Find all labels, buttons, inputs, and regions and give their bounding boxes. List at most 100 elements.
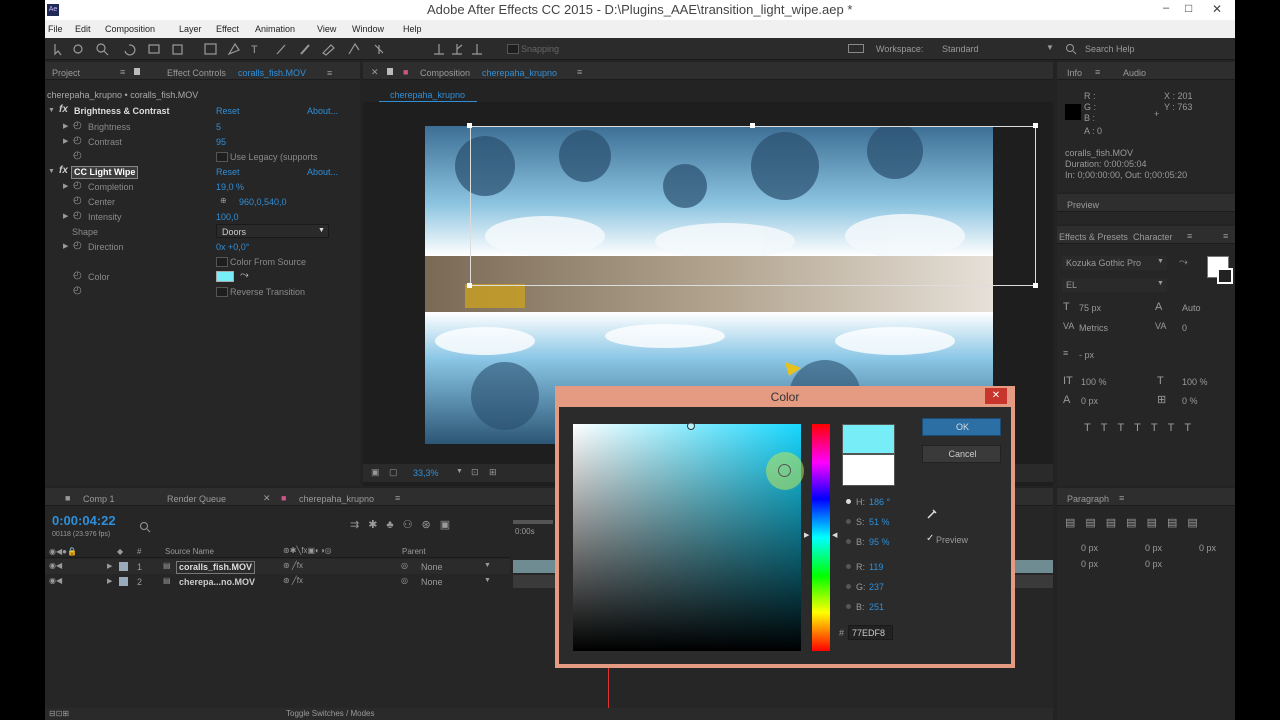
close-button[interactable]: ✕ (1212, 3, 1222, 15)
parent-pickwhip-icon[interactable]: ◎ (401, 562, 408, 570)
layer-label-color[interactable] (119, 577, 128, 586)
timeline-bottom-icons[interactable]: ⊟⊡⊞ (49, 710, 69, 718)
menu-layer[interactable]: Layer (179, 25, 202, 34)
menu-window[interactable]: Window (352, 25, 384, 34)
fx-icon[interactable]: fx (59, 105, 68, 115)
prop-completion-value[interactable]: 19,0 % (216, 183, 244, 192)
snapping-checkbox[interactable] (507, 44, 519, 54)
menu-icon[interactable]: ≡ (120, 68, 125, 77)
font-size-value[interactable]: 75 px (1079, 304, 1101, 313)
tab-effect-layer[interactable]: coralls_fish.MOV (238, 69, 306, 78)
leading-value[interactable]: Auto (1182, 304, 1201, 313)
prop-center-value[interactable]: 960,0,540,0 (239, 198, 287, 207)
stopwatch-icon[interactable]: ◴ (73, 196, 82, 206)
tab-effect-controls[interactable]: Effect Controls (167, 69, 226, 78)
mask-icon[interactable]: ▢ (389, 468, 398, 477)
legacy-checkbox[interactable] (216, 152, 228, 162)
tsume-value[interactable]: 0 % (1182, 397, 1198, 406)
radio-h[interactable] (846, 499, 851, 504)
kerning-value[interactable]: Metrics (1079, 324, 1108, 333)
alignment-icons[interactable]: ▤▤▤▤▤▤▤ (1065, 518, 1208, 529)
zoom-level[interactable]: 33,3% (413, 469, 439, 478)
crosshair-icon[interactable]: ⊕ (220, 197, 227, 205)
lock-icon[interactable] (387, 68, 393, 75)
expand-icon[interactable]: ▼ (48, 107, 55, 114)
space-before-value[interactable]: 0 px (1081, 560, 1098, 569)
tab-cherepaha[interactable]: cherepaha_krupno (299, 495, 374, 504)
br-value[interactable]: 95 % (869, 538, 890, 547)
font-family-dropdown[interactable]: Kozuka Gothic Pro ▼ (1062, 256, 1167, 270)
font-style-dropdown[interactable]: EL ▼ (1062, 278, 1167, 292)
b-value[interactable]: 251 (869, 603, 884, 612)
tool-icons[interactable]: T (53, 42, 393, 56)
hscale-value[interactable]: 100 % (1182, 378, 1208, 387)
h-value[interactable]: 186 ° (869, 498, 890, 507)
prop-brightness-value[interactable]: 5 (216, 123, 221, 132)
tab-audio[interactable]: Audio (1123, 69, 1146, 78)
dialog-close-button[interactable]: ✕ (985, 388, 1007, 404)
radio-g[interactable] (846, 584, 851, 589)
reset-button[interactable]: Reset (216, 168, 240, 177)
menu-view[interactable]: View (317, 25, 336, 34)
vscale-value[interactable]: 100 % (1081, 378, 1107, 387)
prop-intensity-value[interactable]: 100,0 (216, 213, 239, 222)
close-tab-icon[interactable]: ✕ (371, 68, 379, 77)
eyedropper-icon[interactable] (926, 508, 938, 520)
stroke-color-swatch[interactable] (1217, 268, 1233, 284)
region-icon[interactable]: ▣ (371, 468, 380, 477)
tab-paragraph[interactable]: Paragraph (1067, 495, 1109, 504)
comp-subtab[interactable]: cherepaha_krupno (390, 91, 465, 100)
radio-s[interactable] (846, 519, 851, 524)
workspace-value[interactable]: Standard (942, 45, 979, 54)
close-tab-icon[interactable]: ✕ (263, 494, 271, 503)
tab-composition[interactable]: Composition (420, 69, 470, 78)
visibility-icon[interactable]: ◉◀ (49, 562, 62, 570)
menu-animation[interactable]: Animation (255, 25, 295, 34)
expand-icon[interactable]: ▶ (63, 243, 68, 250)
s-value[interactable]: 51 % (869, 518, 890, 527)
color-field[interactable] (573, 424, 801, 651)
color-swatch[interactable] (216, 271, 234, 282)
stopwatch-icon[interactable]: ◴ (73, 286, 82, 296)
indent-right-value[interactable]: 0 px (1145, 544, 1162, 553)
tab-effects-presets[interactable]: Effects & Presets (1059, 233, 1128, 242)
prop-contrast-value[interactable]: 95 (216, 138, 226, 147)
layer-switches[interactable]: ⊛ ╱fx (283, 577, 303, 585)
layer-name[interactable]: coralls_fish.MOV (176, 561, 256, 574)
expand-icon[interactable]: ▶ (63, 183, 68, 190)
shape-dropdown[interactable]: Doors ▼ (216, 224, 329, 238)
stopwatch-icon[interactable]: ◴ (73, 241, 82, 251)
color-from-source-checkbox[interactable] (216, 257, 228, 267)
column-parent[interactable]: Parent (402, 548, 426, 556)
chevron-down-icon[interactable]: ▼ (484, 577, 491, 584)
ok-button[interactable]: OK (922, 418, 1001, 436)
menu-edit[interactable]: Edit (75, 25, 91, 34)
current-time-indicator[interactable] (608, 668, 609, 712)
chevron-down-icon[interactable]: ▼ (484, 562, 491, 569)
stopwatch-icon[interactable]: ◴ (73, 181, 82, 191)
effect-name-brightness[interactable]: Brightness & Contrast (74, 107, 170, 116)
expand-icon[interactable]: ▶ (63, 213, 68, 220)
radio-b-channel[interactable] (846, 604, 851, 609)
fx-icon[interactable]: fx (59, 166, 68, 176)
expand-icon[interactable]: ▶ (107, 563, 112, 570)
hex-input[interactable]: 77EDF8 (848, 625, 893, 640)
layer-handle[interactable] (467, 283, 472, 288)
hue-slider-arrow-right[interactable]: ◀ (832, 532, 837, 539)
menu-icon[interactable]: ≡ (577, 68, 582, 77)
chevron-down-icon[interactable]: ▼ (1046, 44, 1054, 52)
cancel-button[interactable]: Cancel (922, 445, 1001, 463)
tab-character[interactable]: Character (1133, 233, 1173, 242)
menu-file[interactable]: File (48, 25, 63, 34)
layer-handle[interactable] (750, 123, 755, 128)
effect-name-light-wipe[interactable]: CC Light Wipe (71, 166, 139, 179)
layer-switches[interactable]: ⊛ ╱fx (283, 562, 303, 570)
grid-icon[interactable]: ⊞ (489, 468, 497, 477)
search-icon[interactable] (139, 521, 151, 533)
layer-bounds[interactable] (470, 126, 1036, 286)
layer-parent[interactable]: None (421, 563, 443, 572)
tab-info[interactable]: Info (1067, 69, 1082, 78)
expand-icon[interactable]: ▶ (63, 138, 68, 145)
stopwatch-icon[interactable]: ◴ (73, 271, 82, 281)
layer-label-color[interactable] (119, 562, 128, 571)
